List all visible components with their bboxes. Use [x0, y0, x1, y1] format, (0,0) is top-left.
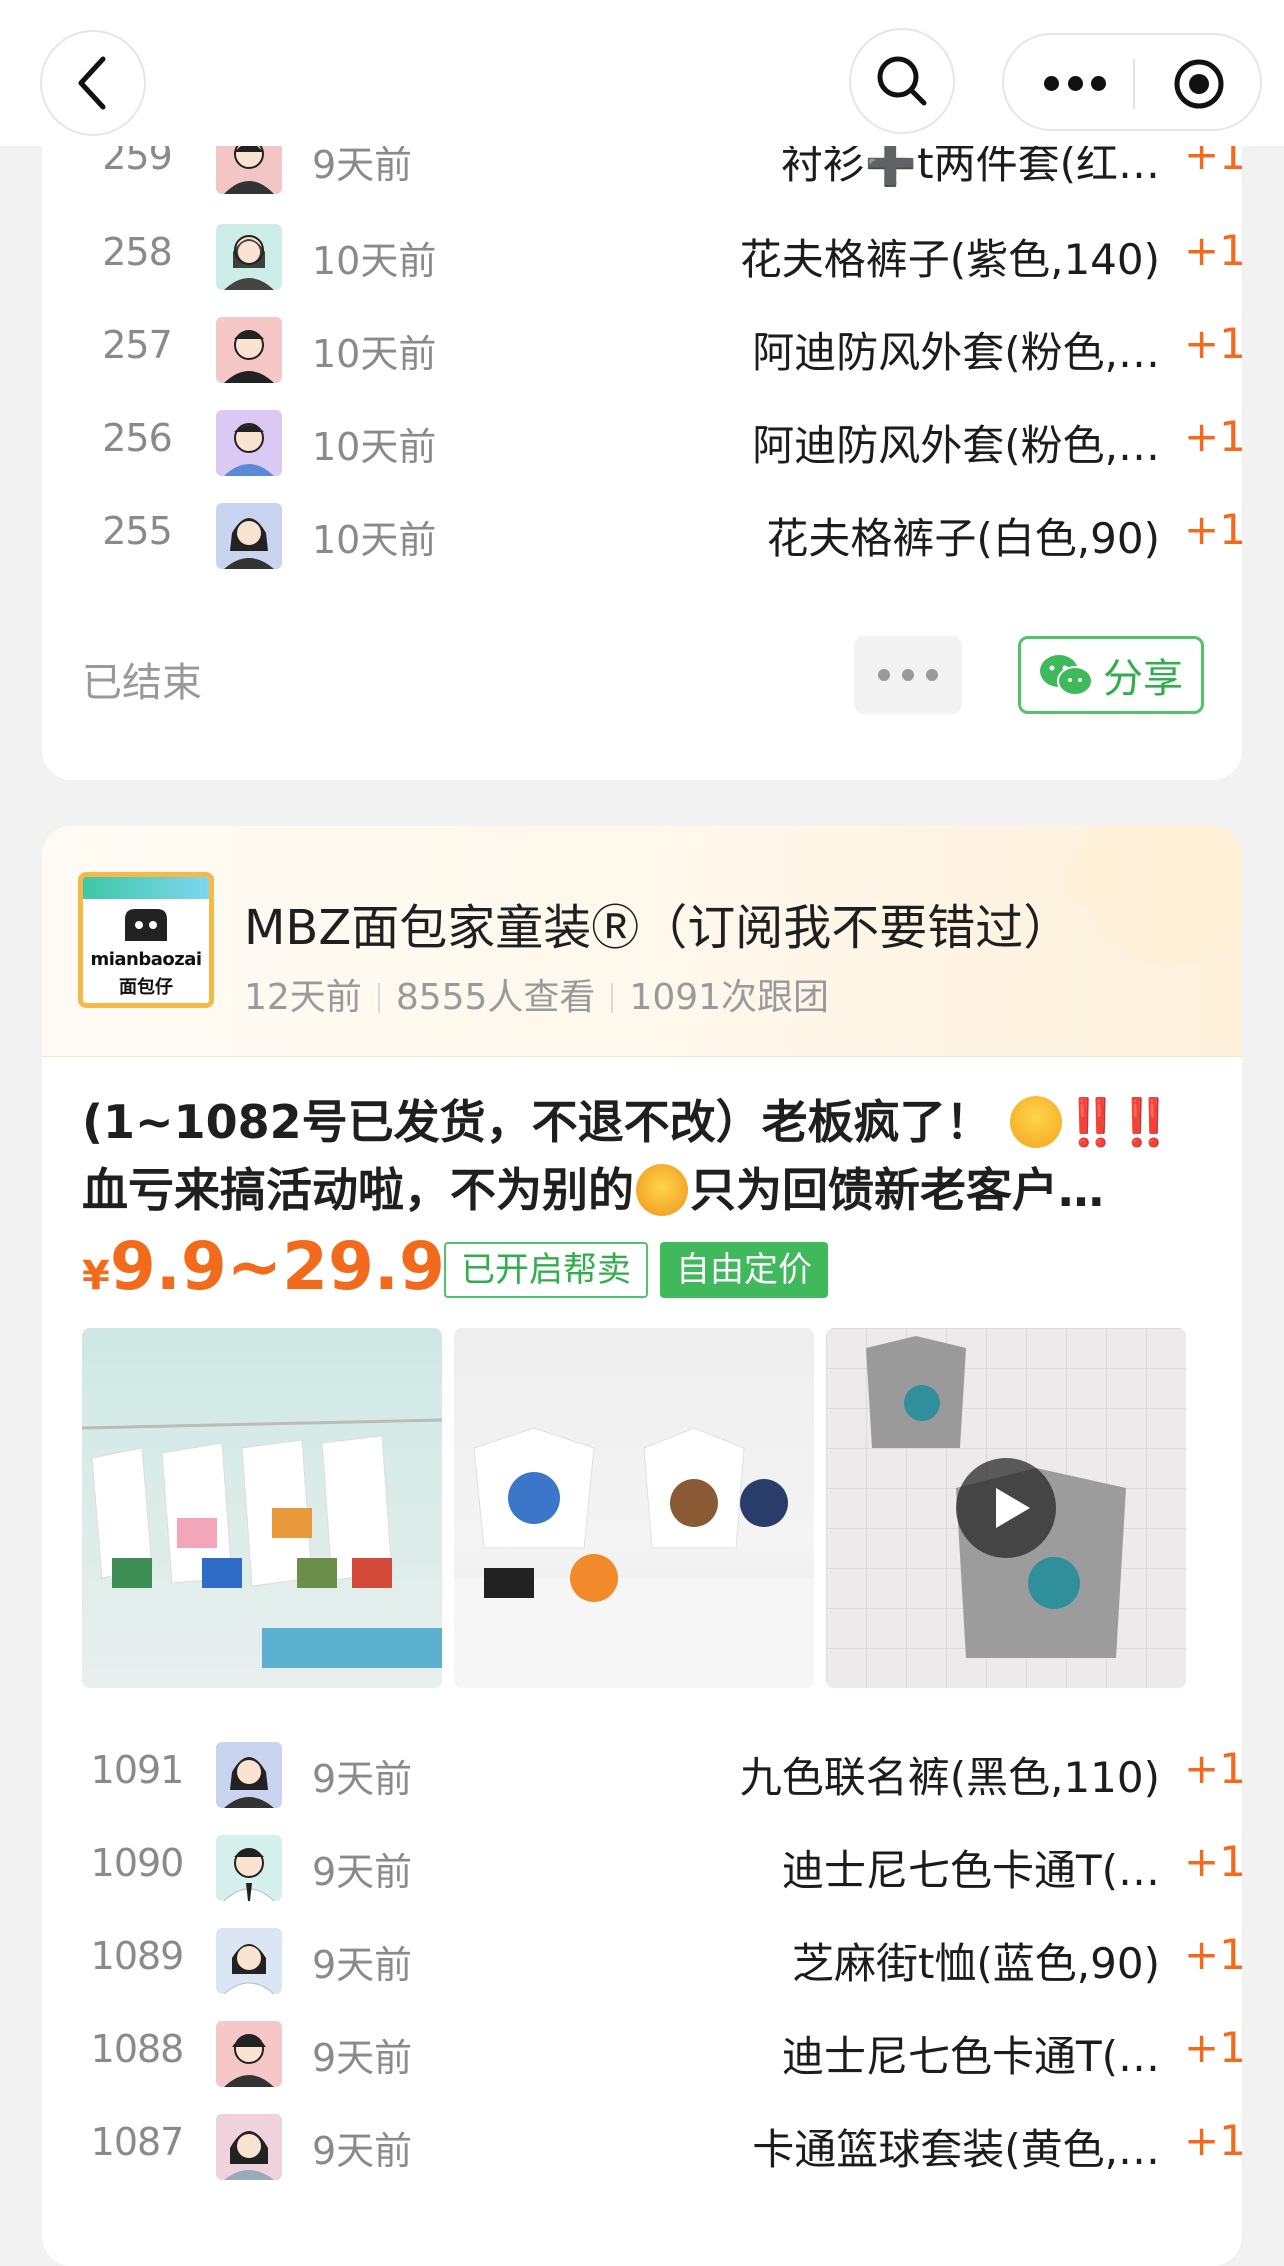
post-time: 12天前: [244, 977, 362, 1018]
order-item: 阿迪防风外套(粉色,…: [752, 328, 1160, 377]
target-circle-icon[interactable]: [1172, 57, 1226, 111]
avatar: [216, 2114, 282, 2180]
order-row: 1089 9天前 芝麻街t恤(蓝色,90) +1: [82, 1916, 1242, 2006]
logo-text-cn: 面包仔: [119, 977, 173, 998]
free-pricing-tag: 自由定价: [660, 1242, 828, 1298]
wechat-icon: [1040, 655, 1093, 696]
order-quantity: +1: [1184, 319, 1242, 368]
order-item: 阿迪防风外套(粉色,…: [752, 421, 1160, 470]
top-nav-bar: [0, 0, 1284, 146]
group-buy-card: mianbaozai 面包仔 MBZ面包家童装Ⓡ（订阅我不要错过） 12天前 85…: [42, 826, 1242, 2266]
order-row: 256 10天前 阿迪防风外套(粉色,… +1: [82, 398, 1242, 488]
order-time: 9天前: [312, 1943, 413, 1987]
avatar: [216, 410, 282, 476]
order-item: 花夫格裤子(白色,90): [766, 514, 1160, 563]
back-button[interactable]: [40, 30, 146, 136]
order-item: 迪士尼七色卡通T(…: [781, 1846, 1160, 1895]
avatar: [216, 2021, 282, 2087]
order-number: 1088: [90, 2027, 185, 2071]
order-item: 九色联名裤(黑色,110): [739, 1753, 1160, 1802]
order-quantity: +1: [1184, 505, 1242, 554]
help-sell-tag: 已开启帮卖: [444, 1242, 648, 1298]
shop-logo: mianbaozai 面包仔: [78, 872, 214, 1008]
order-item: 花夫格裤子(紫色,140): [739, 235, 1160, 284]
order-number: 257: [102, 323, 173, 367]
play-icon[interactable]: [956, 1458, 1056, 1558]
order-time: 9天前: [312, 2129, 413, 2173]
chevron-left-icon: [78, 56, 106, 110]
order-time: 9天前: [312, 2036, 413, 2080]
avatar: [216, 224, 282, 290]
avatar: [216, 1742, 282, 1808]
order-item: 迪士尼七色卡通T(…: [781, 2032, 1160, 2081]
avatar: [216, 317, 282, 383]
order-number: 256: [102, 416, 173, 460]
order-item: 芝麻街t恤(蓝色,90): [791, 1939, 1160, 1988]
order-row: 255 10天前 花夫格裤子(白色,90) +1: [82, 491, 1242, 581]
order-time: 10天前: [312, 239, 437, 283]
product-video[interactable]: [826, 1328, 1186, 1688]
status-ended-label: 已结束: [82, 660, 202, 706]
order-number: 1090: [90, 1841, 185, 1885]
order-row: 1087 9天前 卡通篮球套装(黄色,… +1: [82, 2102, 1242, 2192]
order-quantity: +1: [1184, 412, 1242, 461]
capsule-divider: [1133, 59, 1135, 109]
order-quantity: +1: [1184, 226, 1242, 275]
order-row: 1090 9天前 迪士尼七色卡通T(… +1: [82, 1823, 1242, 1913]
share-button[interactable]: 分享: [1018, 636, 1204, 714]
order-number: 1087: [90, 2120, 185, 2164]
order-quantity: +1: [1184, 2116, 1242, 2165]
order-number: 258: [102, 230, 173, 274]
order-row: 258 10天前 花夫格裤子(紫色,140) +1: [82, 212, 1242, 302]
join-count: 1091次跟团: [629, 977, 830, 1018]
order-row: 1091 9天前 九色联名裤(黑色,110) +1: [82, 1730, 1242, 1820]
shocked-emoji-icon: [1009, 1096, 1062, 1148]
order-time: 9天前: [312, 1850, 413, 1894]
order-quantity: +1: [1184, 1744, 1242, 1793]
order-time: 10天前: [312, 518, 437, 562]
order-number: 1089: [90, 1934, 185, 1978]
more-options-button[interactable]: [854, 636, 962, 714]
more-dots-icon[interactable]: [1044, 65, 1106, 101]
order-quantity: +1: [1184, 1930, 1242, 1979]
order-time: 10天前: [312, 425, 437, 469]
order-quantity: +1: [1184, 2023, 1242, 2072]
order-time: 9天前: [312, 1757, 413, 1801]
order-row: 1088 9天前 迪士尼七色卡通T(… +1: [82, 2009, 1242, 2099]
search-icon: [877, 56, 927, 106]
logo-text: mianbaozai: [90, 949, 202, 970]
view-count: 8555人查看: [395, 977, 596, 1018]
order-number: 255: [102, 509, 173, 553]
post-title[interactable]: (1~1082号已发货，不退不改）老板疯了！ ‼️‼️ 血亏来搞活动啦，不为别的…: [82, 1088, 1202, 1224]
order-number: 1091: [90, 1748, 185, 1792]
search-button[interactable]: [849, 28, 955, 134]
order-time: 10天前: [312, 332, 437, 376]
order-item: 卡通篮球套装(黄色,…: [752, 2125, 1160, 2174]
avatar: [216, 1928, 282, 1994]
avatar: [216, 503, 282, 569]
mini-program-capsule: [1002, 33, 1262, 131]
shop-name: MBZ面包家童装Ⓡ（订阅我不要错过）: [244, 900, 1072, 956]
shop-header[interactable]: mianbaozai 面包仔 MBZ面包家童装Ⓡ（订阅我不要错过） 12天前 85…: [42, 826, 1242, 1057]
product-image[interactable]: [454, 1328, 814, 1688]
party-emoji-icon: [636, 1164, 688, 1216]
shop-meta: 12天前 8555人查看 1091次跟团: [244, 968, 829, 1020]
share-label: 分享: [1103, 656, 1183, 702]
price: ¥9.9~29.9: [82, 1228, 445, 1305]
product-image[interactable]: [82, 1328, 442, 1688]
order-row: 257 10天前 阿迪防风外套(粉色,… +1: [82, 305, 1242, 395]
avatar: [216, 1835, 282, 1901]
order-quantity: +1: [1184, 1837, 1242, 1886]
